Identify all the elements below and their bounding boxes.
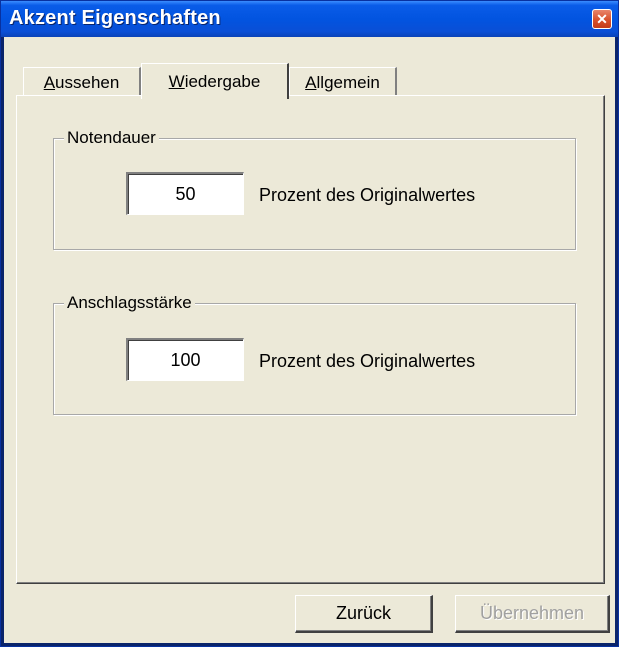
close-button[interactable]: ✕ bbox=[592, 9, 612, 29]
back-button[interactable]: Zurück bbox=[295, 595, 433, 633]
anschlagsstaerke-value: 100 bbox=[170, 349, 201, 370]
notendauer-value: 50 bbox=[175, 183, 196, 204]
tab-wiedergabe-mnemonic: W bbox=[168, 71, 185, 91]
tab-allgemein-rest: llgemein bbox=[316, 72, 380, 92]
back-button-label: Zurück bbox=[335, 603, 391, 623]
tab-panel-wiedergabe: Notendauer 50 Prozent des Originalwertes… bbox=[16, 95, 605, 584]
tab-wiedergabe[interactable]: Wiedergabe bbox=[141, 63, 289, 99]
dialog-client-area: Aussehen Wiedergabe Allgemein Notendauer… bbox=[4, 37, 615, 643]
apply-button-label: Übernehmen bbox=[479, 603, 585, 623]
apply-button[interactable]: Übernehmen bbox=[455, 595, 610, 633]
window-title: Akzent Eigenschaften bbox=[9, 7, 221, 29]
tab-allgemein[interactable]: Allgemein bbox=[289, 67, 397, 97]
tab-aussehen[interactable]: Aussehen bbox=[23, 67, 141, 97]
dialog-window: Akzent Eigenschaften ✕ Aussehen Wiederga… bbox=[0, 0, 619, 647]
title-bar[interactable]: Akzent Eigenschaften ✕ bbox=[1, 1, 618, 37]
group-anschlagsstaerke-legend: Anschlagsstärke bbox=[64, 292, 195, 314]
group-anschlagsstaerke: Anschlagsstärke 100 Prozent des Original… bbox=[53, 292, 576, 415]
group-notendauer-legend: Notendauer bbox=[64, 127, 159, 149]
tab-aussehen-mnemonic: A bbox=[43, 72, 56, 92]
anschlagsstaerke-input[interactable]: 100 bbox=[126, 338, 244, 381]
close-icon: ✕ bbox=[596, 11, 608, 27]
notendauer-input[interactable]: 50 bbox=[126, 172, 244, 215]
anschlagsstaerke-unit-label: Prozent des Originalwertes bbox=[259, 351, 476, 371]
tab-wiedergabe-rest: iedergabe bbox=[184, 71, 261, 91]
group-notendauer: Notendauer 50 Prozent des Originalwertes bbox=[53, 127, 576, 250]
tab-aussehen-rest: ussehen bbox=[55, 72, 120, 92]
tab-allgemein-mnemonic: A bbox=[305, 72, 317, 92]
notendauer-unit-label: Prozent des Originalwertes bbox=[259, 185, 476, 205]
